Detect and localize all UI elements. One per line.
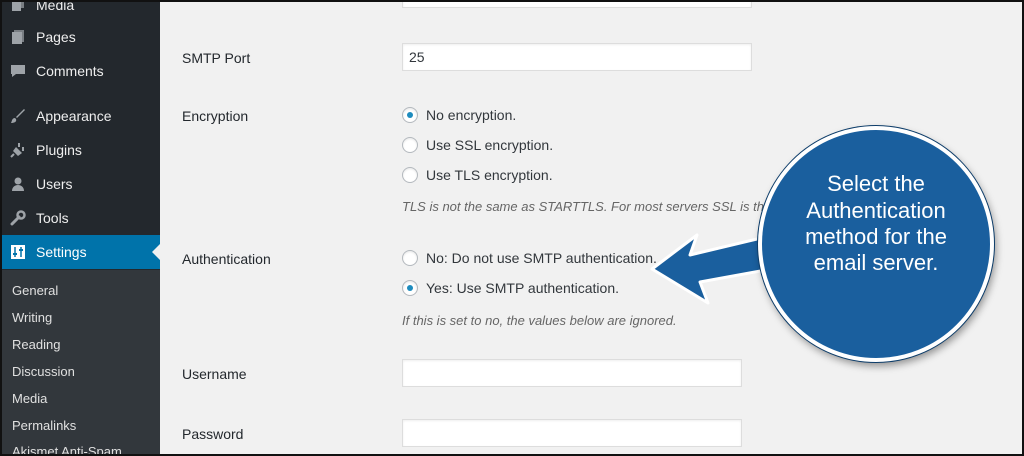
authentication-option-yes[interactable]: Yes: Use SMTP authentication. <box>402 280 619 296</box>
username-input[interactable] <box>402 359 742 387</box>
sidebar-item-label: Plugins <box>36 142 82 158</box>
settings-icon <box>9 243 27 261</box>
radio-button[interactable] <box>402 107 418 123</box>
sidebar-item-comments[interactable]: Comments <box>2 54 160 88</box>
tools-icon <box>9 209 27 227</box>
sidebar-item-label: Tools <box>36 210 69 226</box>
submenu-item-akismet[interactable]: Akismet Anti-Spam <box>12 444 122 454</box>
submenu-item-reading[interactable]: Reading <box>12 337 60 352</box>
sidebar-item-label: Settings <box>36 244 87 260</box>
sidebar-item-label: Users <box>36 176 73 192</box>
submenu-item-writing[interactable]: Writing <box>12 310 52 325</box>
sidebar-item-users[interactable]: Users <box>2 167 160 201</box>
encryption-option-none[interactable]: No encryption. <box>402 107 516 123</box>
plugins-icon <box>9 141 27 159</box>
callout-bubble: Select the Authentication method for the… <box>758 126 994 362</box>
sidebar-item-label: Media <box>36 0 75 13</box>
smtp-port-label: SMTP Port <box>182 50 251 66</box>
sidebar-item-settings[interactable]: Settings <box>2 235 160 269</box>
radio-button[interactable] <box>402 280 418 296</box>
callout-text: Select the Authentication method for the… <box>805 171 947 276</box>
sidebar-item-tools[interactable]: Tools <box>2 201 160 235</box>
window-frame: Media Pages Comments Appearance Plugins <box>0 0 1024 456</box>
password-input[interactable] <box>402 419 742 447</box>
radio-button[interactable] <box>402 137 418 153</box>
encryption-description: TLS is not the same as STARTTLS. For mos… <box>402 199 772 214</box>
radio-label: Use SSL encryption. <box>426 137 554 153</box>
sidebar-item-appearance[interactable]: Appearance <box>2 99 160 133</box>
radio-label: Use TLS encryption. <box>426 167 553 183</box>
radio-label: No encryption. <box>426 107 517 123</box>
sidebar-item-media[interactable]: Media <box>2 0 160 22</box>
password-label: Password <box>182 426 244 442</box>
sidebar-item-plugins[interactable]: Plugins <box>2 133 160 167</box>
comments-icon <box>9 62 27 80</box>
submenu-item-discussion[interactable]: Discussion <box>12 364 75 379</box>
radio-button[interactable] <box>402 167 418 183</box>
encryption-label: Encryption <box>182 108 249 124</box>
users-icon <box>9 175 27 193</box>
encryption-option-ssl[interactable]: Use SSL encryption. <box>402 137 553 153</box>
encryption-option-tls[interactable]: Use TLS encryption. <box>402 167 553 183</box>
username-label: Username <box>182 366 247 382</box>
sidebar-item-pages[interactable]: Pages <box>2 20 160 54</box>
authentication-option-no[interactable]: No: Do not use SMTP authentication. <box>402 250 657 266</box>
sidebar-item-label: Appearance <box>36 108 112 124</box>
radio-label: Yes: Use SMTP authentication. <box>426 280 619 296</box>
smtp-port-input[interactable]: 25 <box>402 43 752 71</box>
submenu-item-permalinks[interactable]: Permalinks <box>12 418 76 433</box>
radio-label: No: Do not use SMTP authentication. <box>426 250 657 266</box>
radio-button[interactable] <box>402 250 418 266</box>
media-icon <box>9 2 27 14</box>
authentication-description: If this is set to no, the values below a… <box>402 313 677 328</box>
submenu-item-media[interactable]: Media <box>12 391 47 406</box>
settings-submenu: General Writing Reading Discussion Media… <box>2 270 160 454</box>
appearance-icon <box>9 107 27 125</box>
sidebar-item-label: Comments <box>36 63 104 79</box>
submenu-item-general[interactable]: General <box>12 283 58 298</box>
sidebar-item-label: Pages <box>36 29 76 45</box>
pages-icon <box>9 28 27 46</box>
authentication-label: Authentication <box>182 251 271 267</box>
admin-sidebar: Media Pages Comments Appearance Plugins <box>2 2 160 454</box>
smtp-host-input[interactable] <box>402 2 752 8</box>
